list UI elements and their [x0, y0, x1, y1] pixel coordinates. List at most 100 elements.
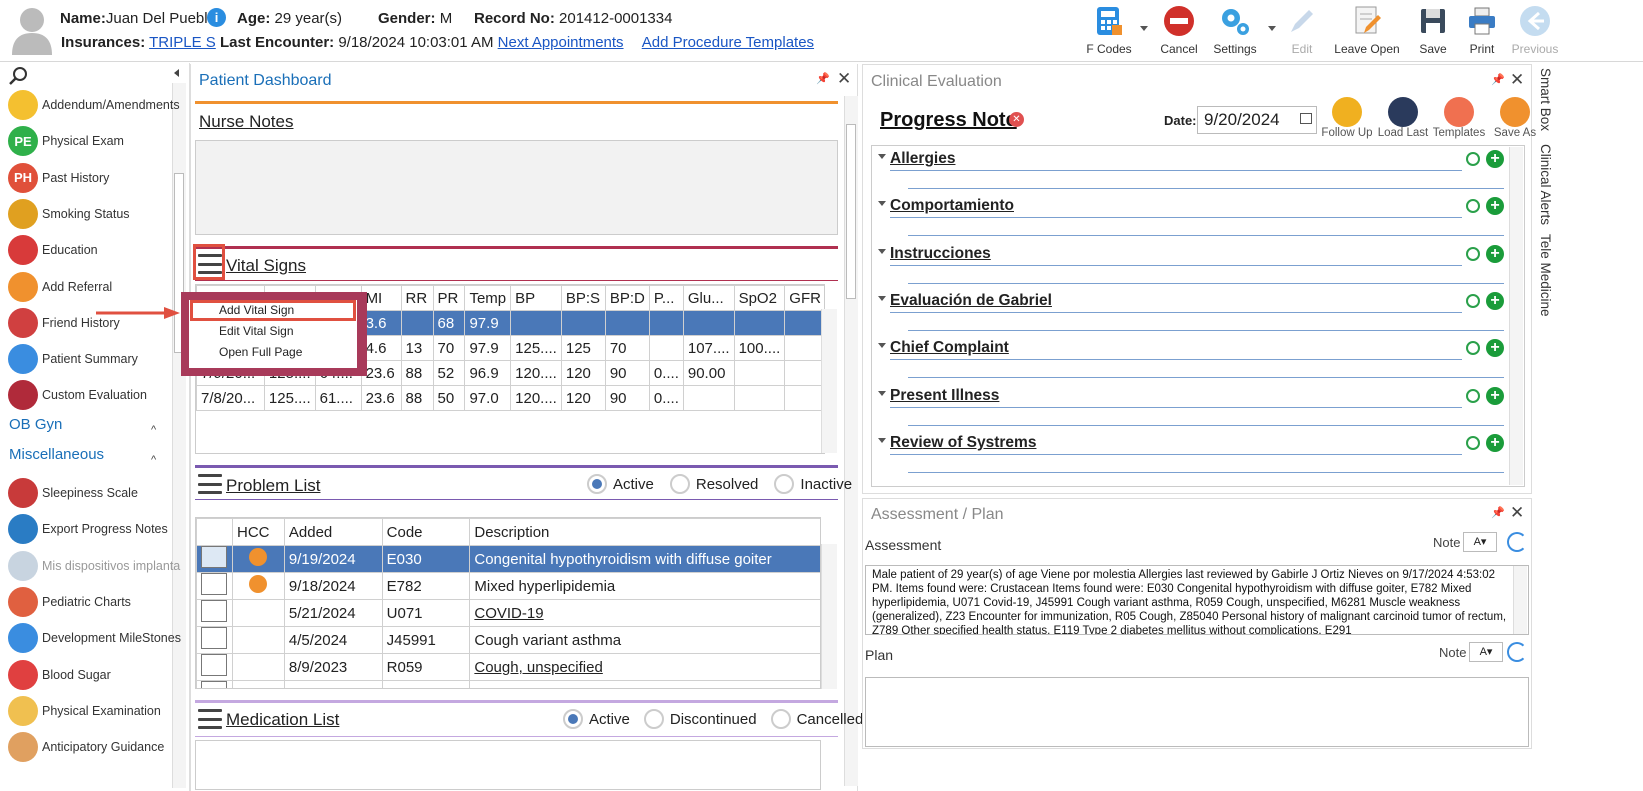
- print-button[interactable]: Print: [1462, 4, 1502, 60]
- vitals-column-header[interactable]: Glu...: [682, 285, 735, 311]
- assessment-textarea[interactable]: Male patient of 29 year(s) of age Viene …: [865, 565, 1529, 635]
- vitals-column-header[interactable]: Temp: [464, 285, 512, 311]
- leave-open-button[interactable]: Leave Open: [1333, 4, 1401, 60]
- edit-button[interactable]: Edit: [1282, 4, 1322, 60]
- templates-button[interactable]: Templates: [1431, 97, 1487, 139]
- clinical-section[interactable]: Review of Systrems +: [878, 430, 1518, 476]
- insurance-link[interactable]: TRIPLE S: [149, 34, 216, 51]
- problem-select-cell[interactable]: [196, 626, 233, 654]
- dashboard-scroll-thumb[interactable]: [846, 124, 856, 299]
- problem-select-cell[interactable]: [196, 572, 233, 600]
- close-icon[interactable]: ✕: [837, 69, 851, 89]
- tab-smart-box[interactable]: Smart Box: [1538, 68, 1553, 131]
- clinical-section-label[interactable]: Chief Complaint: [890, 339, 1009, 357]
- radio-icon[interactable]: [643, 709, 664, 729]
- radio-icon[interactable]: [587, 474, 607, 494]
- filter-active[interactable]: Active: [563, 709, 630, 729]
- problem-row[interactable]: 5/21/2024 U071 COVID-19: [196, 599, 820, 627]
- vitals-row[interactable]: 7/8/20... 125.... 61.... 23.6 88 50 97.0 120...…: [196, 385, 824, 411]
- assessment-scrollbar[interactable]: [1513, 566, 1527, 634]
- clinical-section-label[interactable]: Allergies: [890, 150, 955, 168]
- alarm-clock-icon[interactable]: [1466, 388, 1480, 403]
- radio-icon[interactable]: [770, 709, 791, 729]
- chevron-up-icon[interactable]: ^: [151, 454, 156, 466]
- clinical-section-label[interactable]: Evaluación de Gabriel: [890, 292, 1052, 310]
- problem-row[interactable]: 9/18/2024 E782 Mixed hyperlipidemia: [196, 572, 820, 600]
- vitals-column-header[interactable]: PR: [432, 285, 466, 311]
- radio-icon[interactable]: [563, 709, 583, 729]
- problem-row[interactable]: 4/5/2024 J45991 Cough variant asthma: [196, 626, 820, 654]
- add-icon[interactable]: +: [1486, 386, 1504, 405]
- problem-select-cell[interactable]: [196, 680, 233, 688]
- vitals-column-header[interactable]: BP:S: [560, 285, 606, 311]
- description-cell[interactable]: COVID-19: [469, 599, 820, 627]
- sidebar-item-pe[interactable]: PE Physical Exam: [8, 124, 124, 158]
- calendar-icon[interactable]: [1300, 113, 1312, 124]
- row-checkbox[interactable]: [201, 573, 227, 595]
- pin-icon[interactable]: 📌: [1491, 73, 1505, 86]
- sidebar-item-referral[interactable]: Add Referral: [8, 270, 112, 304]
- clinical-section-label[interactable]: Present Illness: [890, 387, 999, 405]
- save-button[interactable]: Save: [1413, 4, 1453, 60]
- date-input[interactable]: 9/20/2024: [1197, 106, 1317, 134]
- sidebar-item-milestone[interactable]: Development MileStones: [8, 621, 181, 655]
- remove-note-icon[interactable]: ✕: [1009, 112, 1024, 127]
- clinical-section[interactable]: Instrucciones +: [878, 241, 1518, 287]
- menu-item-edit-vital-sign[interactable]: Edit Vital Sign: [219, 324, 294, 338]
- fcodes-dropdown-icon[interactable]: [1140, 26, 1148, 31]
- problem-select-cell[interactable]: [196, 545, 233, 573]
- clinical-section[interactable]: Comportamiento +: [878, 193, 1518, 239]
- clinical-section-label[interactable]: Review of Systrems: [890, 434, 1036, 452]
- note-template-dropdown[interactable]: A▾: [1463, 532, 1497, 552]
- sidebar-item-blood-sugar[interactable]: Blood Sugar: [8, 658, 111, 692]
- load-last-button[interactable]: Load Last: [1375, 97, 1431, 139]
- collapse-triangle-icon[interactable]: [878, 154, 886, 159]
- problem-column-header[interactable]: Description: [469, 518, 820, 546]
- info-icon[interactable]: i: [207, 8, 226, 27]
- fcodes-button[interactable]: F Codes: [1085, 4, 1133, 60]
- problem-column-header[interactable]: HCC: [231, 518, 285, 546]
- vitals-column-header[interactable]: SpO2: [733, 285, 786, 311]
- alarm-clock-icon[interactable]: [1466, 199, 1480, 214]
- add-icon[interactable]: +: [1486, 291, 1504, 310]
- add-procedure-templates-link[interactable]: Add Procedure Templates: [642, 34, 814, 51]
- sidebar-item-export[interactable]: Export Progress Notes: [8, 512, 168, 546]
- row-checkbox[interactable]: [201, 627, 227, 649]
- add-icon[interactable]: +: [1486, 197, 1504, 216]
- search-icon[interactable]: [8, 66, 28, 86]
- medication-list-menu-icon[interactable]: [198, 709, 222, 729]
- pin-icon[interactable]: 📌: [1491, 506, 1505, 519]
- settings-dropdown-icon[interactable]: [1268, 26, 1276, 31]
- alarm-clock-icon[interactable]: [1466, 435, 1480, 450]
- tab-tele-medicine[interactable]: Tele Medicine: [1538, 234, 1553, 317]
- collapse-triangle-icon[interactable]: [878, 248, 886, 254]
- add-icon[interactable]: +: [1486, 150, 1504, 168]
- collapse-triangle-icon[interactable]: [878, 201, 886, 207]
- add-icon[interactable]: +: [1486, 339, 1504, 358]
- problem-row[interactable]: 9/19/2024 E030 Congenital hypothyroidism w…: [196, 545, 820, 573]
- sidebar-item-summary[interactable]: Patient Summary: [8, 342, 138, 376]
- row-checkbox[interactable]: [201, 654, 227, 676]
- alarm-clock-icon[interactable]: [1466, 293, 1480, 308]
- close-icon[interactable]: ✕: [1510, 503, 1524, 523]
- refresh-icon[interactable]: [1507, 642, 1527, 662]
- cancel-button[interactable]: Cancel: [1155, 4, 1203, 60]
- collapse-triangle-icon[interactable]: [878, 343, 886, 349]
- section-miscellaneous[interactable]: Miscellaneous: [9, 446, 104, 463]
- sidebar-item-clipboard[interactable]: Physical Examination: [8, 694, 161, 728]
- chevron-up-icon[interactable]: ^: [151, 424, 156, 436]
- tab-clinical-alerts[interactable]: Clinical Alerts: [1538, 144, 1553, 225]
- problem-list-menu-icon[interactable]: [198, 474, 222, 494]
- vitals-scrollbar[interactable]: [821, 309, 837, 453]
- vitals-column-header[interactable]: RR: [400, 285, 434, 311]
- collapse-triangle-icon[interactable]: [878, 437, 886, 443]
- plan-textarea[interactable]: [865, 677, 1529, 747]
- close-icon[interactable]: ✕: [1510, 70, 1524, 90]
- filter-discontinued[interactable]: Discontinued: [643, 709, 757, 729]
- clinical-section[interactable]: Evaluación de Gabriel +: [878, 288, 1518, 334]
- clinical-section-label[interactable]: Comportamiento: [890, 197, 1014, 215]
- filter-active[interactable]: Active: [587, 474, 654, 494]
- alarm-clock-icon[interactable]: [1466, 341, 1480, 356]
- menu-item-open-full-page[interactable]: Open Full Page: [219, 345, 302, 359]
- problem-column-header[interactable]: Code: [381, 518, 471, 546]
